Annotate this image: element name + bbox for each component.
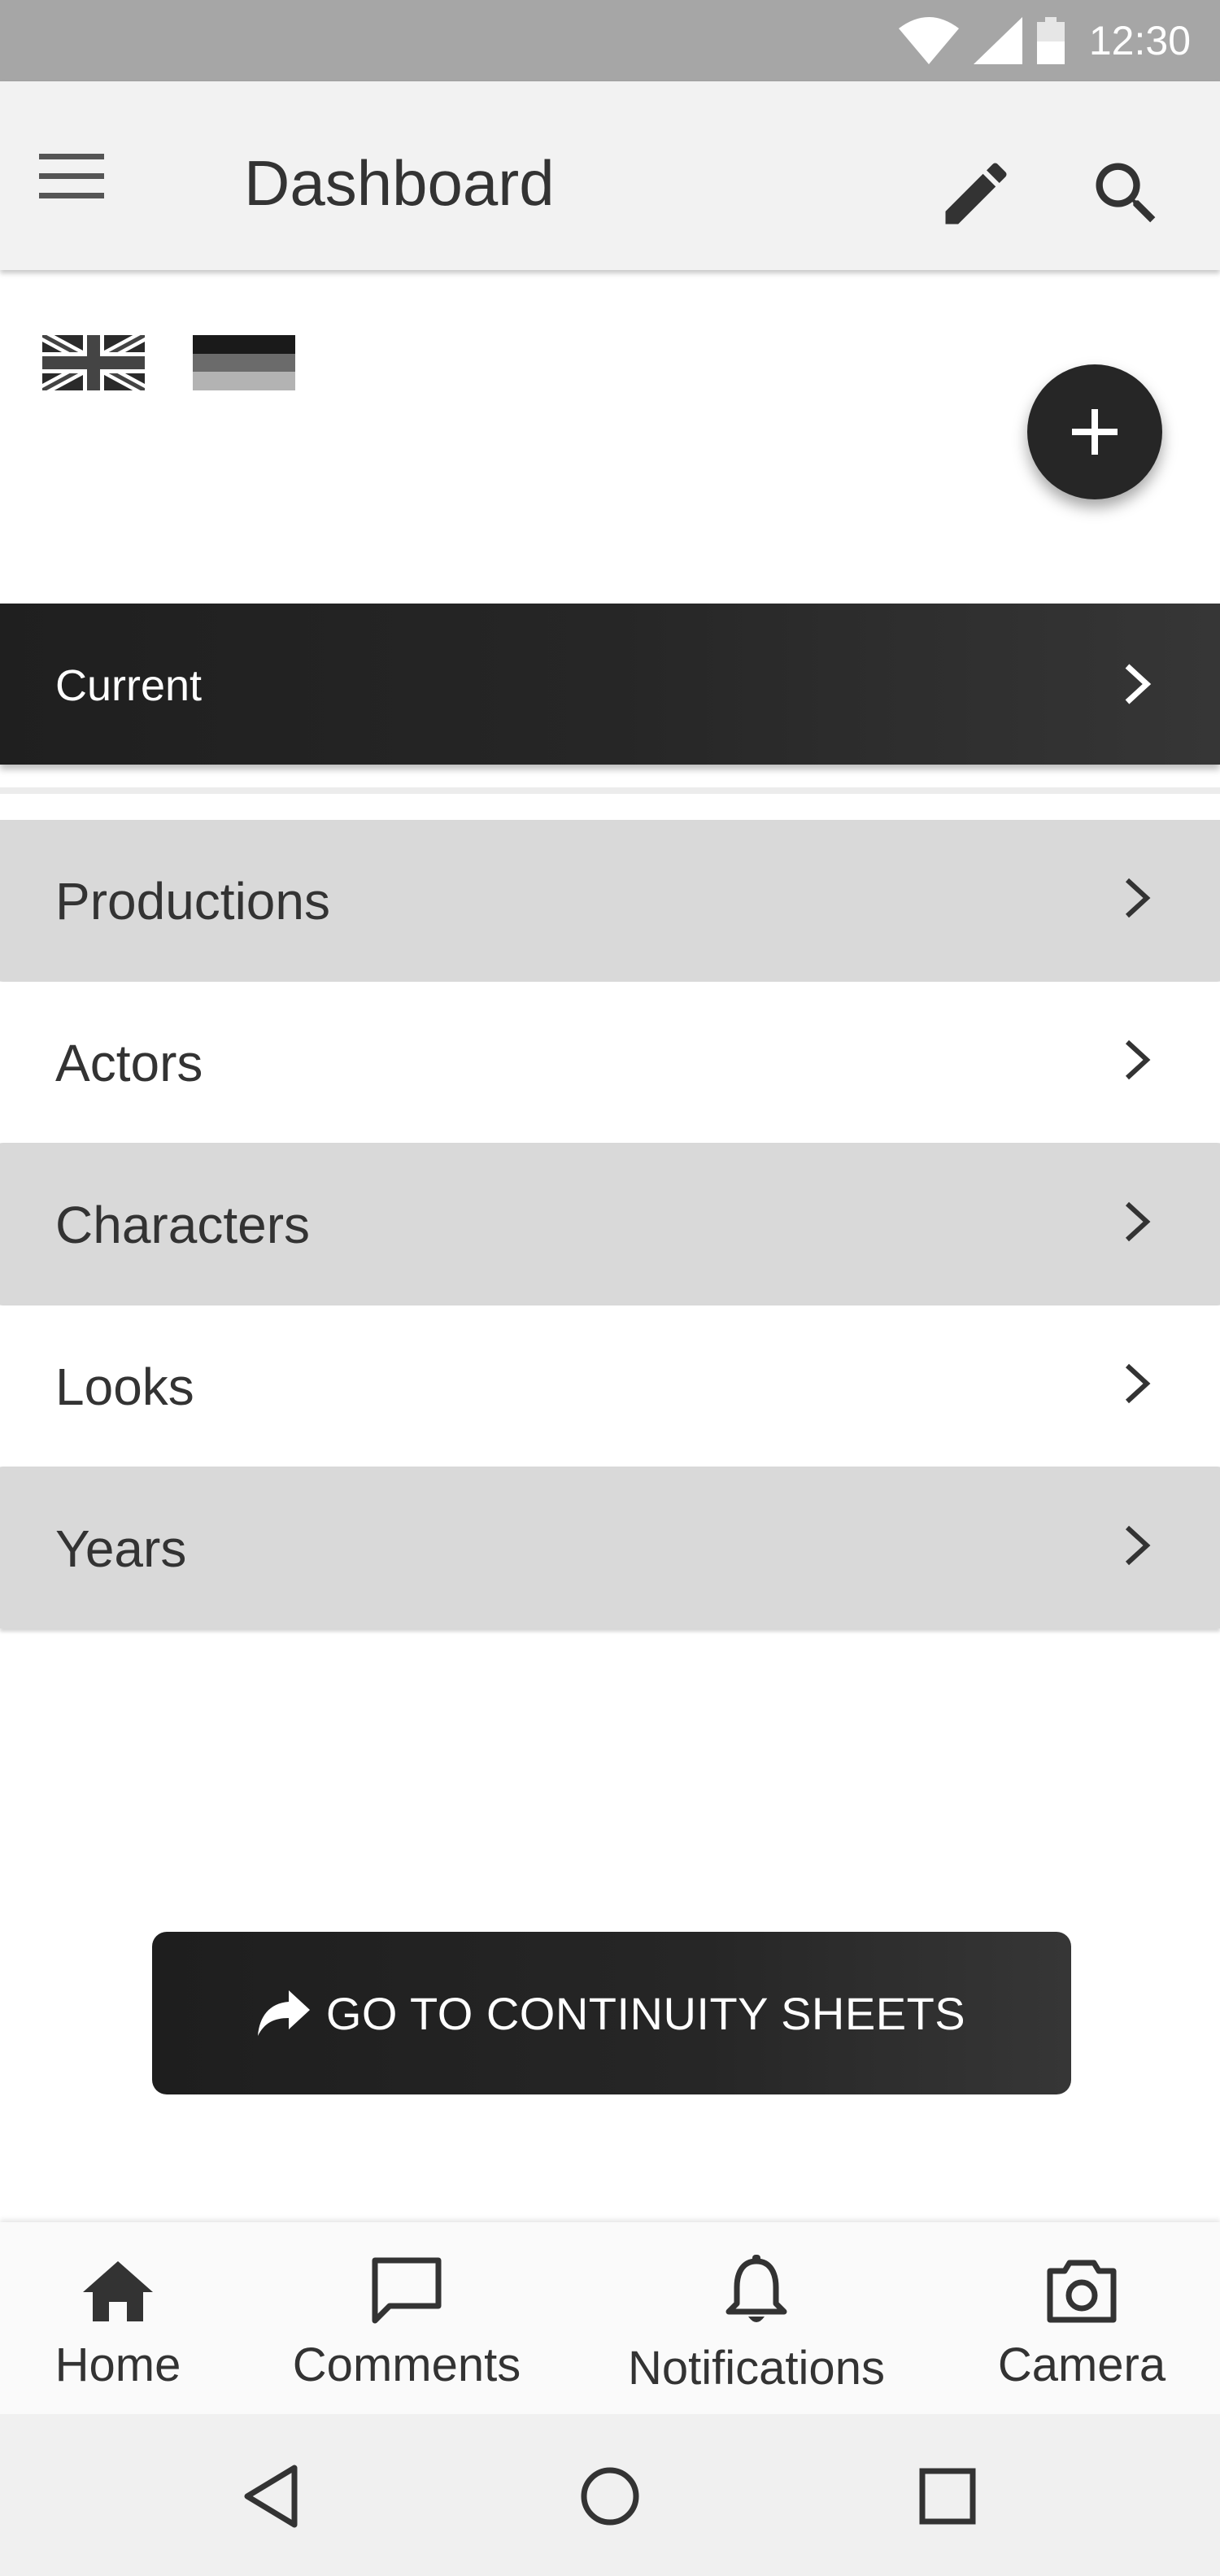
- de-flag-icon[interactable]: [193, 335, 295, 390]
- list-item-years[interactable]: Years: [0, 1467, 1220, 1628]
- nav-comments-label: Comments: [292, 2338, 521, 2391]
- wifi-icon: [898, 17, 959, 64]
- nav-home[interactable]: Home: [33, 2222, 203, 2414]
- uk-flag-icon[interactable]: [42, 335, 145, 390]
- bell-icon: [717, 2251, 795, 2330]
- chevron-right-icon: [1113, 1197, 1161, 1246]
- go-to-continuity-sheets-button[interactable]: GO TO CONTINUITY SHEETS: [152, 1932, 1071, 2094]
- nav-camera[interactable]: Camera: [976, 2222, 1187, 2414]
- current-label: Current: [55, 661, 203, 710]
- status-time: 12:30: [1088, 18, 1191, 63]
- chevron-right-icon: [1113, 874, 1161, 922]
- list-item-label: Characters: [55, 1196, 310, 1254]
- chevron-right-icon: [1113, 1521, 1161, 1570]
- continuity-button-label: GO TO CONTINUITY SHEETS: [325, 1987, 966, 2039]
- chevron-right-icon: [1113, 660, 1161, 708]
- current-row[interactable]: Current: [0, 604, 1220, 765]
- nav-notifications[interactable]: Notifications: [618, 2222, 895, 2414]
- nav-comments[interactable]: Comments: [277, 2222, 537, 2414]
- bottom-navigation: Home Comments Notifications Camera: [0, 2222, 1220, 2414]
- recents-icon[interactable]: [911, 2460, 984, 2533]
- menu-button[interactable]: [39, 140, 129, 213]
- list-item-productions[interactable]: Productions: [0, 820, 1220, 981]
- list-item-label: Productions: [55, 872, 330, 931]
- nav-notifications-label: Notifications: [628, 2342, 885, 2395]
- signal-icon: [973, 17, 1022, 64]
- chevron-right-icon: [1113, 1359, 1161, 1408]
- comment-icon: [368, 2251, 446, 2330]
- list-item-label: Years: [55, 1519, 187, 1578]
- battery-icon: [1036, 17, 1065, 64]
- edit-button[interactable]: [935, 153, 1017, 234]
- camera-icon: [1043, 2251, 1121, 2330]
- menu-icon: [39, 154, 104, 199]
- system-navigation-bar: [0, 2414, 1220, 2576]
- list-item-label: Looks: [55, 1358, 194, 1416]
- home-icon: [79, 2251, 157, 2330]
- status-bar: 12:30: [0, 0, 1220, 81]
- list-item-characters[interactable]: Characters: [0, 1144, 1220, 1305]
- share-arrow-icon: [257, 1990, 310, 2036]
- back-icon[interactable]: [236, 2460, 309, 2533]
- edit-icon: [935, 153, 1017, 234]
- nav-camera-label: Camera: [997, 2338, 1166, 2391]
- plus-icon: [1069, 406, 1121, 458]
- search-button[interactable]: [1086, 153, 1167, 234]
- page-title: Dashboard: [244, 147, 555, 219]
- home-circle-icon[interactable]: [573, 2460, 647, 2533]
- chevron-right-icon: [1113, 1035, 1161, 1084]
- list-item-actors[interactable]: Actors: [0, 982, 1220, 1143]
- divider: [0, 787, 1220, 794]
- app-bar: Dashboard: [0, 81, 1220, 270]
- nav-home-label: Home: [54, 2338, 181, 2391]
- list-item-label: Actors: [55, 1034, 203, 1092]
- search-icon: [1086, 153, 1167, 234]
- list-item-looks[interactable]: Looks: [0, 1305, 1220, 1467]
- add-fab-button[interactable]: [1027, 364, 1162, 499]
